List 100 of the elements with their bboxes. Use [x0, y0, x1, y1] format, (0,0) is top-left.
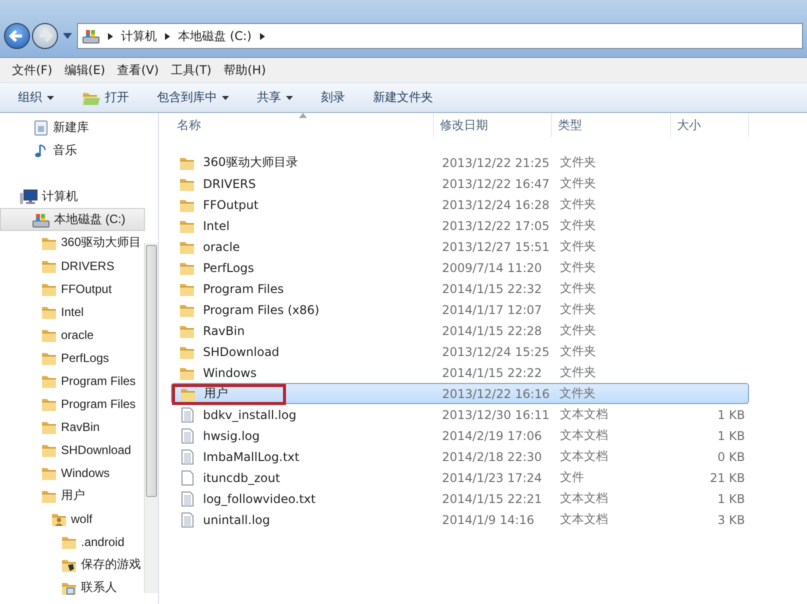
file-name: hwsig.log	[203, 428, 260, 442]
size-cell-text: 3 KB	[716, 512, 746, 526]
selected-tree-item[interactable]: 本地磁盘 (C:)	[0, 208, 145, 231]
menu-item[interactable]: 工具(T)	[164, 62, 218, 78]
date-cell-text: 2014/2/19 17:06	[441, 428, 543, 442]
type-cell-text: 文件夹	[559, 259, 597, 276]
tree-item[interactable]: Intel	[0, 300, 145, 323]
toolbar-button[interactable]: 组织	[10, 85, 62, 110]
tree-item[interactable]: Program Files	[0, 369, 145, 392]
column-header[interactable]: 修改日期	[434, 113, 552, 137]
menu-item[interactable]: 查看(V)	[111, 62, 165, 78]
breadcrumb[interactable]: 计算机	[121, 28, 157, 44]
type-cell-text: 文本文档	[559, 427, 609, 444]
tree-item[interactable]: 计算机	[0, 185, 145, 208]
tree-item[interactable]: 360驱动大师目	[0, 231, 145, 254]
type-cell-text: 文件夹	[559, 280, 597, 297]
tree-item[interactable]: wolf	[0, 507, 145, 530]
tree-item[interactable]: PerfLogs	[0, 346, 145, 369]
tree-item[interactable]: 保存的游戏	[0, 553, 145, 576]
type-cell-text: 文件夹	[559, 364, 597, 381]
tree-item[interactable]: SHDownload	[0, 438, 145, 461]
scrollbar-thumb[interactable]	[146, 245, 157, 497]
toolbar-button[interactable]: 共享	[249, 85, 301, 110]
size-cell-text: 1 KB	[716, 408, 746, 422]
file-icon	[179, 470, 195, 486]
forward-button[interactable]	[32, 23, 58, 49]
type-cell-text: 文件夹	[558, 385, 597, 402]
back-button[interactable]	[4, 23, 30, 49]
date-cell-text: 2014/2/18 22:30	[441, 450, 543, 464]
tree-item[interactable]: Program Files	[0, 392, 145, 415]
chevron-icon	[165, 32, 170, 40]
file-row[interactable]: hwsig.log 2014/2/19 17:06 文本文档 1 KB	[171, 425, 749, 446]
file-row[interactable]: ituncdb_zout 2014/1/23 17:24 文件 21 KB	[171, 467, 749, 488]
file-name: Program Files	[203, 282, 284, 296]
type-cell-text: 文本文档	[559, 448, 609, 465]
file-row[interactable]: Intel 2013/12/22 17:05 文件夹	[171, 215, 749, 236]
tree-item[interactable]: oracle	[0, 323, 145, 346]
file-row[interactable]: FFOutput 2013/12/24 16:28 文件夹	[171, 194, 749, 215]
file-row[interactable]: unintall.log 2014/1/9 14:16 文本文档 3 KB	[171, 509, 749, 530]
date-cell-text: 2013/12/22 17:05	[441, 218, 551, 232]
toolbar-button[interactable]: 刻录	[313, 85, 353, 110]
text-file-icon	[179, 448, 195, 464]
text-file-icon	[179, 490, 195, 506]
file-name: bdkv_install.log	[203, 408, 296, 422]
file-row[interactable]: SHDownload 2013/12/24 15:25 文件夹	[171, 341, 749, 362]
tree-item[interactable]: RavBin	[0, 415, 145, 438]
toolbar-button[interactable]: 打开	[74, 85, 137, 110]
breadcrumb[interactable]: 本地磁盘 (C:)	[178, 28, 252, 44]
text-file-icon	[179, 406, 195, 422]
file-name: ituncdb_zout	[203, 470, 280, 484]
date-cell-text: 2014/1/15 22:28	[441, 324, 543, 338]
menu-item[interactable]: 文件(F)	[6, 62, 58, 78]
dropdown-arrow-icon[interactable]	[63, 33, 72, 39]
address-bar[interactable]: 计算机 本地磁盘 (C:)	[77, 23, 803, 49]
chevron-icon	[108, 32, 113, 40]
file-name: Intel	[203, 218, 230, 232]
file-row[interactable]: bdkv_install.log 2013/12/30 16:11 文本文档 1 KB	[171, 404, 749, 425]
size-cell-text: 21 KB	[708, 470, 746, 484]
tree-item[interactable]: 用户	[0, 484, 145, 507]
column-header[interactable]: 大小	[671, 113, 749, 137]
column-header[interactable]: 类型	[552, 113, 671, 137]
date-cell-text: 2014/1/9 14:16	[441, 512, 536, 526]
date-cell-text: 2014/1/23 17:24	[441, 470, 543, 484]
file-row[interactable]: 360驱动大师目录 2013/12/22 21:25 文件夹	[171, 152, 749, 173]
tree-item[interactable]: 新建库	[0, 116, 145, 139]
type-cell-text: 文件夹	[559, 196, 597, 213]
type-cell-text: 文件夹	[559, 217, 597, 234]
file-name: FFOutput	[203, 198, 258, 212]
date-cell-text: 2013/12/30 16:11	[441, 408, 551, 422]
tree-item[interactable]: FFOutput	[0, 277, 145, 300]
menu-item[interactable]: 编辑(E)	[58, 62, 112, 78]
file-row[interactable]: DRIVERS 2013/12/22 16:47 文件夹	[171, 173, 749, 194]
toolbar-button[interactable]: 新建文件夹	[365, 85, 441, 110]
file-name: 用户	[204, 385, 228, 402]
file-row[interactable]: ImbaMallLog.txt 2014/2/18 22:30 文本文档 0 KB	[171, 446, 749, 467]
tree-item[interactable]: 联系人	[0, 576, 145, 599]
file-row[interactable]: oracle 2013/12/27 15:51 文件夹	[171, 236, 749, 257]
type-cell-text: 文本文档	[559, 511, 609, 528]
file-row[interactable]: Windows 2014/1/15 22:22 文件夹	[171, 362, 749, 383]
tree-item[interactable]: DRIVERS	[0, 254, 145, 277]
caret-icon	[222, 96, 229, 100]
file-row[interactable]: Program Files (x86) 2014/1/17 12:07 文件夹	[171, 299, 749, 320]
type-cell-text: 文件夹	[559, 301, 597, 318]
tree-item[interactable]: Windows	[0, 461, 145, 484]
menu-item[interactable]: 帮助(H)	[218, 62, 272, 78]
file-row[interactable]: log_followvideo.txt 2014/1/15 22:21 文本文档 1 KB	[171, 488, 749, 509]
tree-item[interactable]: 音乐	[0, 139, 145, 162]
file-row[interactable]: PerfLogs 2009/7/14 11:20 文件夹	[171, 257, 749, 278]
toolbar-button[interactable]: 包含到库中	[149, 85, 237, 110]
file-name: RavBin	[203, 324, 245, 338]
date-cell-text: 2014/1/15 22:22	[441, 366, 543, 380]
type-cell-text: 文件夹	[559, 175, 597, 192]
file-row[interactable]: RavBin 2014/1/15 22:28 文件夹	[171, 320, 749, 341]
type-cell-text: 文件	[559, 469, 585, 486]
selected-row[interactable]: 用户 2013/12/22 16:16 文件夹	[171, 383, 749, 404]
type-cell-text: 文件夹	[559, 154, 597, 171]
tree-item[interactable]: .android	[0, 530, 145, 553]
scrollbar[interactable]	[144, 243, 158, 593]
file-row[interactable]: Program Files 2014/1/15 22:32 文件夹	[171, 278, 749, 299]
date-cell-text: 2014/1/17 12:07	[441, 302, 543, 316]
